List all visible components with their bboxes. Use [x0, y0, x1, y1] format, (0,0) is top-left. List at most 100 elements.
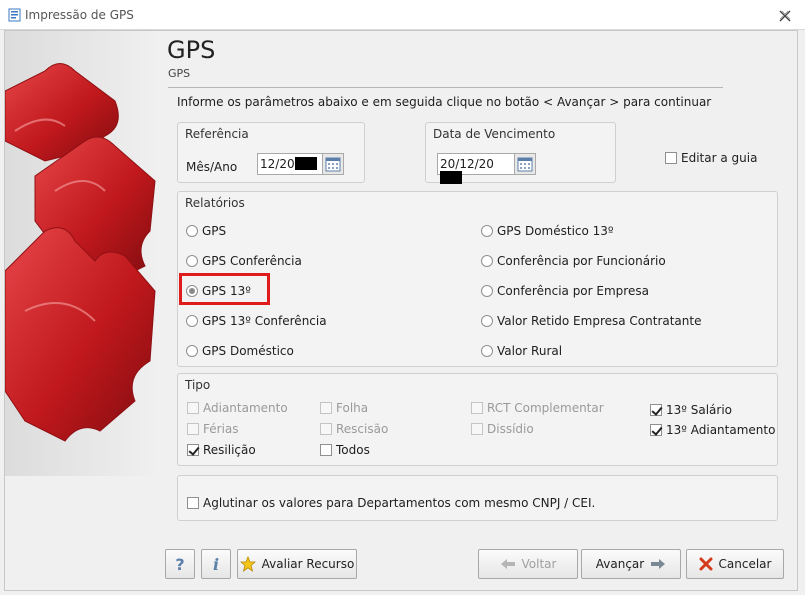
tipo-group-label: Tipo	[185, 378, 211, 392]
voltar-button[interactable]: Voltar	[478, 549, 578, 579]
header-divider	[168, 87, 723, 88]
title-bar: Impressão de GPS	[0, 0, 805, 30]
checkbox-rescisao[interactable]: Rescisão	[320, 421, 388, 436]
checkbox-label: Aglutinar os valores para Departamentos …	[203, 495, 596, 510]
checkbox-box-checked	[650, 403, 662, 416]
checkbox-label: RCT Complementar	[487, 400, 604, 415]
checkbox-resilicao[interactable]: Resilição	[187, 442, 256, 457]
arrow-left-icon	[500, 558, 516, 570]
avancar-label: Avançar	[595, 557, 645, 571]
radio-label: GPS	[202, 223, 227, 238]
radio-circle	[481, 224, 493, 237]
checkbox-box	[665, 151, 677, 164]
help-icon: ?	[175, 554, 185, 574]
checkbox-box	[471, 422, 483, 435]
cancelar-label: Cancelar	[718, 557, 772, 571]
editar-guia-checkbox[interactable]: Editar a guia	[665, 150, 757, 165]
checkbox-label: Rescisão	[336, 421, 389, 436]
close-icon[interactable]	[779, 10, 791, 22]
radio-valor-rural[interactable]: Valor Rural	[481, 343, 562, 358]
checkbox-box	[187, 496, 199, 509]
page-subtitle: GPS	[168, 67, 191, 80]
radio-gps-13-conferencia[interactable]: GPS 13º Conferência	[186, 313, 327, 328]
relatorios-group-label: Relatórios	[185, 196, 245, 210]
vencimento-group-label: Data de Vencimento	[433, 127, 556, 141]
radio-label: Valor Retido Empresa Contratante	[497, 313, 702, 328]
help-button[interactable]: ?	[165, 549, 195, 579]
vencimento-group: Data de Vencimento 20/12/20	[425, 122, 616, 184]
avaliar-recurso-button[interactable]: Avaliar Recurso	[237, 549, 357, 579]
selection-highlight	[179, 273, 270, 305]
calendar-button[interactable]	[514, 153, 536, 175]
radio-gps-domestico-13[interactable]: GPS Doméstico 13º	[481, 223, 614, 238]
radio-conferencia-funcionario[interactable]: Conferência por Funcionário	[481, 253, 666, 268]
radio-circle	[186, 314, 198, 327]
printer-app-icon	[8, 8, 21, 22]
calendar-button[interactable]	[322, 153, 344, 175]
radio-label: GPS Doméstico	[202, 343, 294, 358]
checkbox-box	[187, 401, 199, 414]
vencimento-input[interactable]: 20/12/20	[437, 153, 515, 184]
checkbox-folha[interactable]: Folha	[320, 400, 368, 415]
checkbox-label: Adiantamento	[203, 400, 288, 415]
mes-ano-label: Mês/Ano	[186, 160, 238, 174]
radio-valor-retido[interactable]: Valor Retido Empresa Contratante	[481, 313, 701, 328]
avancar-button[interactable]: Avançar	[581, 549, 681, 579]
radio-label: GPS 13º Conferência	[202, 313, 327, 328]
mes-ano-input[interactable]: 12/20	[257, 153, 323, 175]
info-button[interactable]: i	[201, 549, 231, 579]
radio-gps[interactable]: GPS	[186, 223, 226, 238]
radio-label: Conferência por Funcionário	[497, 253, 666, 268]
checkbox-rct-complementar[interactable]: RCT Complementar	[471, 400, 604, 415]
radio-conferencia-empresa[interactable]: Conferência por Empresa	[481, 283, 649, 298]
radio-circle	[186, 344, 198, 357]
radio-gps-domestico[interactable]: GPS Doméstico	[186, 343, 294, 358]
radio-circle	[186, 224, 198, 237]
checkbox-box	[320, 443, 332, 456]
star-icon	[239, 556, 256, 572]
redacted-block	[294, 157, 317, 170]
mes-ano-value: 12/20	[260, 157, 295, 171]
voltar-label: Voltar	[521, 557, 557, 571]
checkbox-box	[471, 401, 483, 414]
checkbox-adiantamento[interactable]: Adiantamento	[187, 400, 288, 415]
checkbox-todos[interactable]: Todos	[320, 442, 370, 457]
checkbox-label: 13º Salário	[666, 402, 733, 417]
calendar-icon	[517, 157, 533, 172]
checkbox-box-checked	[650, 423, 662, 436]
page-title: GPS	[167, 36, 216, 64]
checkbox-label: Férias	[203, 421, 239, 436]
instruction-text: Informe os parâmetros abaixo e em seguid…	[177, 95, 712, 109]
calendar-icon	[325, 157, 341, 172]
referencia-group-label: Referência	[185, 127, 249, 141]
radio-gps-conferencia[interactable]: GPS Conferência	[186, 253, 302, 268]
checkbox-label: 13º Adiantamento	[666, 422, 776, 437]
checkbox-aglutinar[interactable]: Aglutinar os valores para Departamentos …	[187, 495, 595, 510]
radio-circle	[481, 314, 493, 327]
checkbox-label: Resilição	[203, 442, 256, 457]
checkbox-13-adiantamento[interactable]: 13º Adiantamento	[650, 422, 775, 437]
avaliar-recurso-label: Avaliar Recurso	[261, 557, 355, 571]
checkbox-13-salario[interactable]: 13º Salário	[650, 402, 732, 417]
radio-label: Conferência por Empresa	[497, 283, 649, 298]
arrow-right-icon	[650, 558, 666, 570]
checkbox-label: Folha	[336, 400, 369, 415]
cancelar-button[interactable]: Cancelar	[686, 549, 784, 579]
radio-circle	[481, 254, 493, 267]
radio-label: Valor Rural	[497, 343, 563, 358]
radio-circle	[481, 284, 493, 297]
checkbox-box-checked	[187, 443, 199, 456]
cancel-x-icon	[699, 557, 713, 571]
radio-circle	[481, 344, 493, 357]
checkbox-ferias[interactable]: Férias	[187, 421, 239, 436]
editar-guia-label: Editar a guia	[681, 150, 758, 165]
vencimento-value: 20/12/20	[440, 157, 494, 171]
redacted-block	[440, 171, 462, 184]
info-icon: i	[212, 554, 220, 574]
window-title: Impressão de GPS	[25, 8, 134, 22]
radio-circle	[186, 254, 198, 267]
checkbox-box	[187, 422, 199, 435]
checkbox-box	[320, 422, 332, 435]
checkbox-dissidio[interactable]: Dissídio	[471, 421, 534, 436]
checkbox-box	[320, 401, 332, 414]
